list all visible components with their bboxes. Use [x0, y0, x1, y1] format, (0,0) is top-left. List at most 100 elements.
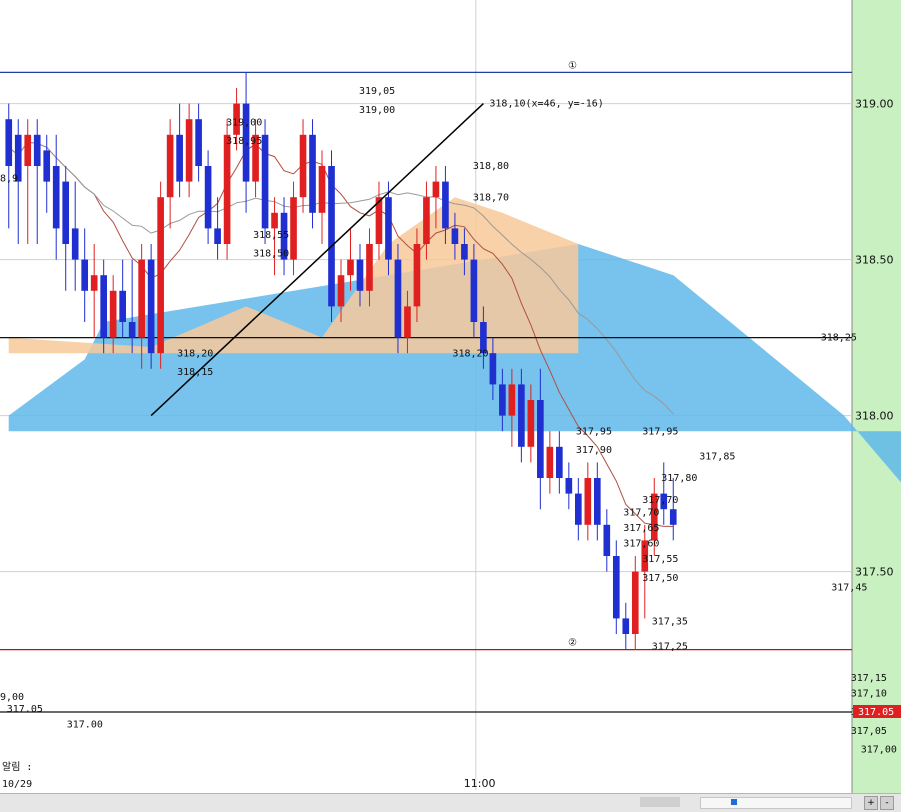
candle-body [442, 181, 449, 229]
x-tick-label: 11:00 [464, 777, 496, 790]
horizontal-scrollbar[interactable]: + - [0, 793, 901, 812]
price-label: 317,70 [623, 507, 659, 518]
y-tick-label: 317.50 [855, 566, 894, 579]
candle-body [527, 400, 535, 447]
scroll-area[interactable] [640, 797, 680, 807]
candle-body [565, 478, 573, 494]
candle-body [575, 493, 582, 525]
candle-body [195, 119, 202, 166]
candle-body [71, 228, 79, 260]
price-label: 319,00 [226, 117, 262, 128]
candle-body [119, 290, 126, 322]
candle-body [337, 275, 345, 307]
candle-body [62, 181, 70, 244]
left-fragment: 9,00 [0, 692, 24, 703]
candle-body [347, 259, 354, 276]
candle-body [261, 134, 269, 229]
price-label: 317,45 [831, 582, 867, 593]
price-label: 318,80 [473, 161, 509, 172]
y-tick-label: 319.00 [855, 98, 894, 111]
zoom-in-icon[interactable]: + [864, 796, 878, 810]
trend-line-label: 318,10(x=46, y=-16) [489, 99, 603, 110]
candle-body [413, 244, 421, 307]
left-fragment: 8,9 [0, 174, 18, 185]
candle-body [43, 150, 51, 182]
price-label: 317,55 [642, 554, 678, 565]
candle-body [318, 166, 326, 213]
candle-body [128, 322, 136, 338]
price-label: 317,85 [699, 451, 735, 462]
candle-body [81, 259, 89, 291]
last-price-value: 317.05 [858, 707, 894, 718]
candle-body [214, 228, 221, 244]
y-tick-label: 318.00 [855, 410, 894, 423]
price-label: 318,70 [473, 192, 509, 203]
candle [394, 244, 402, 354]
candle-body [612, 556, 620, 619]
scroll-track[interactable] [700, 797, 852, 809]
candle-body [5, 119, 13, 166]
marker-1: ① [568, 60, 577, 71]
price-label: 317,65 [623, 523, 659, 534]
date-label: 10/29 [2, 779, 32, 790]
candle-body [52, 166, 60, 229]
candle [147, 244, 155, 369]
candle-body [100, 275, 107, 338]
price-label: 317,35 [652, 617, 688, 628]
candle-body [631, 571, 639, 634]
price-label: 317,95 [642, 426, 678, 437]
price-label: 318,25 [821, 333, 857, 344]
price-label: 317.00 [67, 720, 103, 731]
candle-body [461, 244, 468, 260]
candle-body [33, 134, 41, 166]
price-label: 317,90 [576, 445, 612, 456]
candle-body [470, 259, 478, 322]
x-axis-ticks: 11:00 [464, 777, 496, 790]
candle-body [204, 166, 212, 229]
scroll-thumb[interactable] [731, 799, 737, 805]
candle [309, 119, 316, 229]
candle-body [309, 134, 316, 213]
price-label: 318,55 [253, 230, 289, 241]
y-tick-label: 318.50 [855, 254, 894, 267]
alert-label: 알림 : [2, 761, 32, 773]
candle-body [622, 618, 630, 634]
price-label: 317,80 [661, 473, 697, 484]
price-label: 317.05 [7, 704, 43, 715]
candle-body [299, 134, 307, 198]
candle-body [404, 306, 411, 338]
candle-body [271, 212, 278, 229]
candle [328, 150, 335, 322]
candle-body [385, 197, 392, 260]
price-label: 317,25 [652, 642, 688, 653]
price-label: 317,00 [861, 745, 897, 756]
candle-body [366, 244, 373, 291]
candle-body [356, 259, 364, 291]
price-label: 317,15 [851, 673, 887, 684]
price-label: 318,20 [452, 348, 488, 359]
candle-body [90, 275, 98, 291]
price-label: 318,20 [177, 348, 213, 359]
candle [261, 119, 269, 244]
candle-body [593, 478, 601, 525]
zoom-out-icon[interactable]: - [880, 796, 894, 810]
candle-body [223, 134, 231, 244]
price-chart: 318,10(x=46, y=-16) ① ② 319,00 318,95 319,05 3… [0, 0, 901, 811]
candle-body [603, 524, 611, 556]
price-label: 317,10 [851, 688, 887, 699]
candle-body [556, 446, 563, 478]
count-label: 2 [0, 0, 6, 3]
candle-body [328, 166, 335, 307]
candle-body [584, 478, 592, 525]
price-label: 318,50 [253, 248, 289, 259]
candle-body [109, 290, 117, 338]
candle-body [290, 197, 297, 260]
price-label: 317,05 [851, 726, 887, 737]
candle-body [24, 134, 32, 166]
candle-body [518, 384, 525, 447]
candle-body [138, 259, 145, 338]
candle-body [451, 228, 459, 244]
candle-body [546, 446, 554, 478]
price-label: 319,05 [359, 86, 395, 97]
candle-body [394, 259, 402, 338]
